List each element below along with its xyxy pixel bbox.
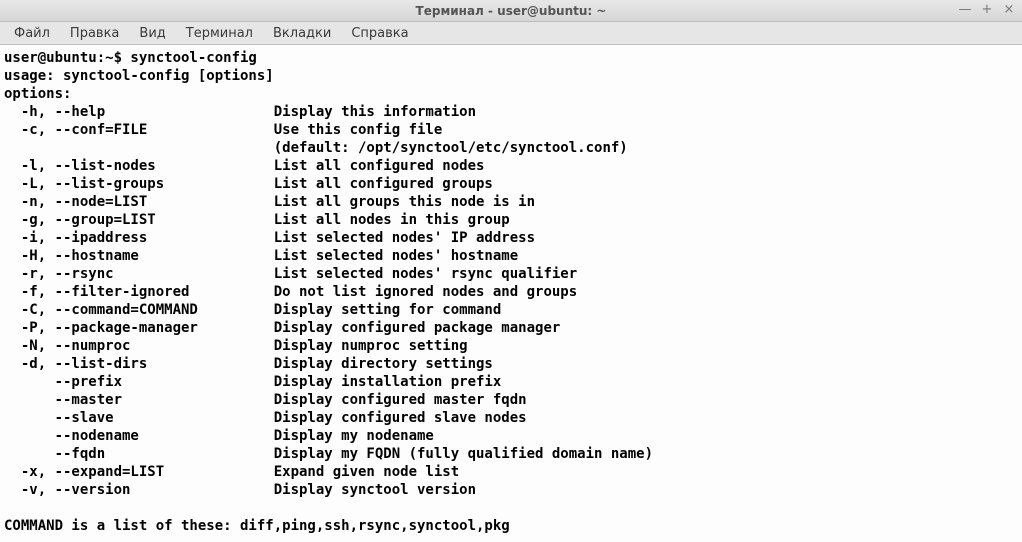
terminal-output[interactable]: user@ubuntu:~$ synctool-config usage: sy… xyxy=(0,45,1022,542)
menu-terminal[interactable]: Терминал xyxy=(176,24,263,43)
window-title: Терминал - user@ubuntu: ~ xyxy=(0,4,1022,18)
menu-tabs[interactable]: Вкладки xyxy=(263,24,341,43)
close-button[interactable]: × xyxy=(1002,2,1016,18)
window-titlebar: Терминал - user@ubuntu: ~ — + × xyxy=(0,0,1022,22)
window-controls: — + × xyxy=(958,2,1016,18)
minimize-button[interactable]: — xyxy=(958,2,972,18)
menu-view[interactable]: Вид xyxy=(129,24,175,43)
menu-file[interactable]: Файл xyxy=(4,24,60,43)
maximize-button[interactable]: + xyxy=(980,2,994,18)
menu-help[interactable]: Справка xyxy=(341,24,418,43)
menu-edit[interactable]: Правка xyxy=(60,24,129,43)
menubar: Файл Правка Вид Терминал Вкладки Справка xyxy=(0,22,1022,45)
